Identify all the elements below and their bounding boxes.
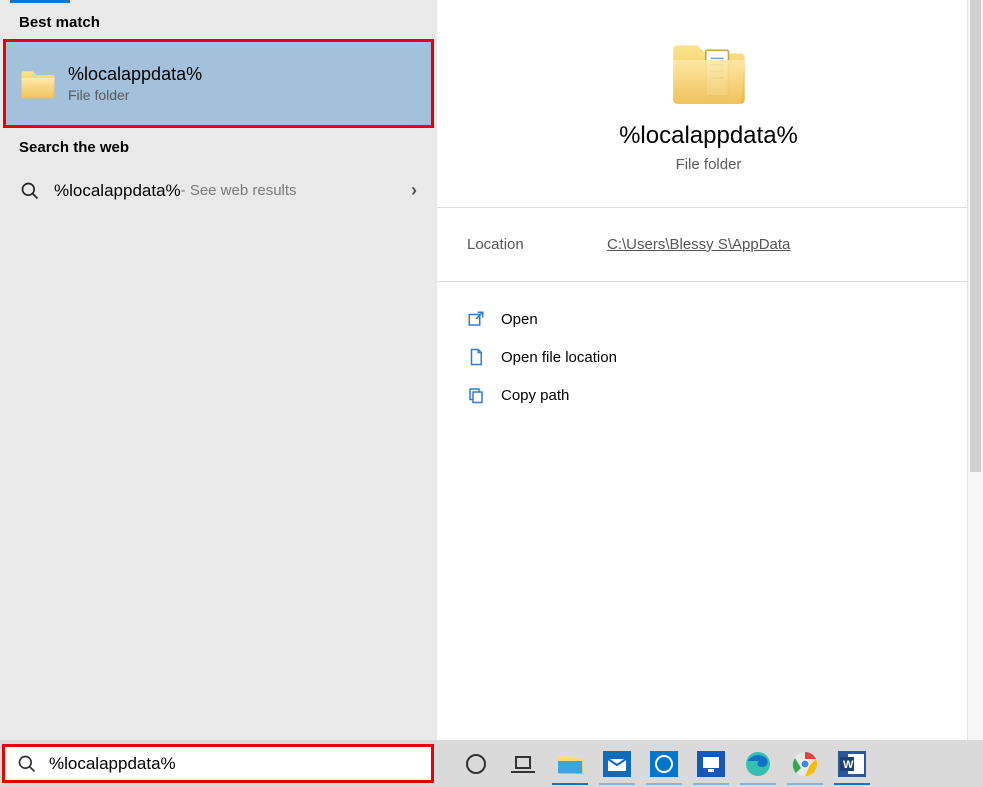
preview-pane: %localappdata% File folder Location C:\U… bbox=[437, 0, 980, 740]
pc-manager-icon bbox=[697, 751, 725, 777]
scrollbar-thumb[interactable] bbox=[970, 0, 981, 472]
open-icon bbox=[467, 310, 485, 328]
open-action-label: Open bbox=[501, 311, 538, 328]
search-web-label: Search the web bbox=[0, 128, 437, 164]
folder-icon bbox=[670, 40, 748, 106]
location-label: Location bbox=[467, 236, 607, 253]
task-view-button[interactable] bbox=[501, 743, 545, 785]
best-match-label: Best match bbox=[0, 3, 437, 39]
result-subtitle: File folder bbox=[68, 87, 202, 103]
word-button[interactable]: W bbox=[830, 743, 874, 785]
page-scrollbar[interactable] bbox=[967, 0, 983, 740]
file-explorer-button[interactable] bbox=[548, 743, 592, 785]
search-icon bbox=[20, 181, 40, 201]
dell-app-button[interactable] bbox=[642, 743, 686, 785]
search-icon bbox=[17, 754, 37, 774]
best-match-result[interactable]: %localappdata% File folder bbox=[3, 39, 434, 128]
open-action[interactable]: Open bbox=[437, 300, 980, 338]
svg-text:W: W bbox=[843, 759, 854, 771]
task-view-icon bbox=[511, 754, 535, 774]
file-explorer-icon bbox=[557, 753, 583, 775]
chrome-button[interactable] bbox=[783, 743, 827, 785]
chrome-icon bbox=[792, 751, 818, 777]
search-input[interactable] bbox=[47, 753, 431, 775]
dell-icon bbox=[650, 751, 678, 777]
chevron-right-icon: › bbox=[411, 180, 417, 201]
web-result-title: %localappdata% bbox=[54, 181, 181, 201]
location-row: Location C:\Users\Blessy S\AppData bbox=[437, 208, 980, 282]
preview-subtitle: File folder bbox=[676, 156, 742, 173]
copy-path-action[interactable]: Copy path bbox=[437, 376, 980, 414]
result-title: %localappdata% bbox=[68, 64, 202, 85]
search-results-panel: Best match %localappdata% File folder Se… bbox=[0, 0, 982, 740]
results-left-column: Best match %localappdata% File folder Se… bbox=[0, 0, 437, 740]
open-location-action[interactable]: Open file location bbox=[437, 338, 980, 376]
mail-icon bbox=[603, 751, 631, 777]
word-icon: W bbox=[838, 751, 866, 777]
pc-manager-button[interactable] bbox=[689, 743, 733, 785]
taskbar-search-box[interactable] bbox=[2, 744, 434, 783]
file-location-icon bbox=[467, 348, 485, 366]
cortana-icon bbox=[465, 753, 487, 775]
location-path-link[interactable]: C:\Users\Blessy S\AppData bbox=[607, 236, 790, 253]
edge-button[interactable] bbox=[736, 743, 780, 785]
copy-path-action-label: Copy path bbox=[501, 387, 569, 404]
folder-icon bbox=[20, 69, 56, 99]
open-location-action-label: Open file location bbox=[501, 349, 617, 366]
edge-icon bbox=[745, 751, 771, 777]
mail-app-button[interactable] bbox=[595, 743, 639, 785]
actions-list: Open Open file location Copy path bbox=[437, 282, 980, 432]
copy-icon bbox=[467, 386, 485, 404]
taskbar: W bbox=[0, 740, 983, 787]
cortana-button[interactable] bbox=[454, 743, 498, 785]
web-result-suffix: - See web results bbox=[181, 182, 297, 199]
web-search-result[interactable]: %localappdata% - See web results › bbox=[0, 170, 437, 211]
preview-title: %localappdata% bbox=[619, 122, 798, 150]
